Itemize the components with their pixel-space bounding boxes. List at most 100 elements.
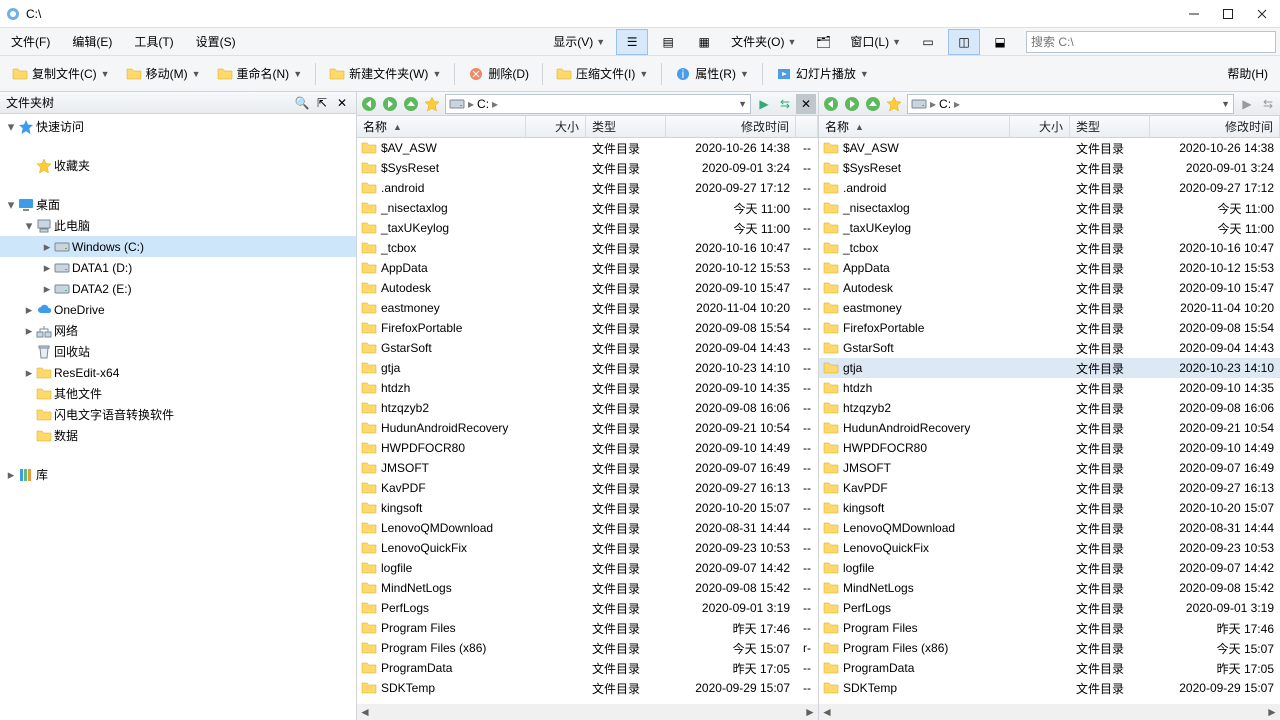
tree-node[interactable]: ▸库 [0,464,356,485]
file-row[interactable]: htdzh文件目录2020-09-10 14:35 [819,378,1280,398]
folder-options[interactable]: 🗂 [807,29,839,55]
tree-node[interactable]: ▸DATA1 (D:) [0,257,356,278]
file-row[interactable]: eastmoney文件目录2020-11-04 10:20 [819,298,1280,318]
tree-node[interactable]: ▸网络 [0,320,356,341]
file-row[interactable]: htzqzyb2文件目录2020-09-08 16:06 [819,398,1280,418]
compress-button[interactable]: 压缩文件(I)▼ [550,62,654,85]
file-row[interactable]: $AV_ASW文件目录2020-10-26 14:38 [819,138,1280,158]
tree-node[interactable]: 闪电文字语音转换软件 [0,404,356,425]
nav-play[interactable]: ▶ [754,94,774,114]
file-row[interactable]: $SysReset文件目录2020-09-01 3:24 [819,158,1280,178]
breadcrumb[interactable]: ▸C:▸ ▼ [445,94,751,114]
col-name[interactable]: 名称 ▲ [357,116,526,137]
file-row[interactable]: _nisectaxlog文件目录今天 11:00-- [357,198,818,218]
file-row[interactable]: htzqzyb2文件目录2020-09-08 16:06-- [357,398,818,418]
nav-swap[interactable]: ⇆ [1258,94,1278,114]
nav-forward[interactable] [380,94,400,114]
file-row[interactable]: logfile文件目录2020-09-07 14:42 [819,558,1280,578]
file-row[interactable]: .android文件目录2020-09-27 17:12-- [357,178,818,198]
nav-swap[interactable]: ⇆ [775,94,795,114]
file-row[interactable]: HWPDFOCR80文件目录2020-09-10 14:49-- [357,438,818,458]
tree-node[interactable]: 回收站 [0,341,356,362]
file-row[interactable]: _tcbox文件目录2020-10-16 10:47 [819,238,1280,258]
col-date[interactable]: 修改时间 [1150,116,1280,137]
file-row[interactable]: PerfLogs文件目录2020-09-01 3:19 [819,598,1280,618]
file-row[interactable]: SDKTemp文件目录2020-09-29 15:07 [819,678,1280,698]
file-row[interactable]: _nisectaxlog文件目录今天 11:00 [819,198,1280,218]
panel-single[interactable]: ▭ [912,29,944,55]
file-row[interactable]: gtja文件目录2020-10-23 14:10-- [357,358,818,378]
file-row[interactable]: kingsoft文件目录2020-10-20 15:07-- [357,498,818,518]
minimize-button[interactable] [1186,6,1202,22]
col-name[interactable]: 名称 ▲ [819,116,1010,137]
nav-up[interactable] [863,94,883,114]
file-row[interactable]: JMSOFT文件目录2020-09-07 16:49 [819,458,1280,478]
file-row[interactable]: Program Files (x86)文件目录今天 15:07 [819,638,1280,658]
file-row[interactable]: $AV_ASW文件目录2020-10-26 14:38-- [357,138,818,158]
panel-dual[interactable]: ◫ [948,29,980,55]
file-row[interactable]: Program Files文件目录昨天 17:46 [819,618,1280,638]
nav-play[interactable]: ▶ [1237,94,1257,114]
file-row[interactable]: gtja文件目录2020-10-23 14:10 [819,358,1280,378]
nav-back[interactable] [821,94,841,114]
file-row[interactable]: MindNetLogs文件目录2020-09-08 15:42-- [357,578,818,598]
newfolder-button[interactable]: 新建文件夹(W)▼ [323,62,447,85]
col-size[interactable]: 大小 [526,116,586,137]
move-button[interactable]: 移动(M)▼ [120,62,207,85]
file-row[interactable]: htdzh文件目录2020-09-10 14:35-- [357,378,818,398]
tree-node[interactable]: ▾桌面 [0,194,356,215]
file-row[interactable]: _taxUKeylog文件目录今天 11:00 [819,218,1280,238]
file-row[interactable]: LenovoQMDownload文件目录2020-08-31 14:44 [819,518,1280,538]
nav-fav[interactable] [884,94,904,114]
tree-node[interactable]: ▾此电脑 [0,215,356,236]
maximize-button[interactable] [1220,6,1236,22]
file-row[interactable]: JMSOFT文件目录2020-09-07 16:49-- [357,458,818,478]
delete-button[interactable]: 删除(D) [462,62,535,85]
file-row[interactable]: HudunAndroidRecovery文件目录2020-09-21 10:54… [357,418,818,438]
col-date[interactable]: 修改时间 [666,116,796,137]
tree-node[interactable]: ▾快速访问 [0,116,356,137]
file-row[interactable]: AppData文件目录2020-10-12 15:53-- [357,258,818,278]
tree-node[interactable]: ▸DATA2 (E:) [0,278,356,299]
hscroll[interactable]: ◄► [819,704,1280,720]
panel-triple[interactable]: ⬓ [984,29,1016,55]
copy-button[interactable]: 复制文件(C)▼ [6,62,116,85]
file-row[interactable]: .android文件目录2020-09-27 17:12 [819,178,1280,198]
file-row[interactable]: FirefoxPortable文件目录2020-09-08 15:54 [819,318,1280,338]
file-row[interactable]: GstarSoft文件目录2020-09-04 14:43 [819,338,1280,358]
tree-close-icon[interactable]: ✕ [334,96,350,110]
view-menu[interactable]: 显示(V)▼ [546,29,612,54]
file-row[interactable]: LenovoQuickFix文件目录2020-09-23 10:53-- [357,538,818,558]
file-row[interactable]: kingsoft文件目录2020-10-20 15:07 [819,498,1280,518]
menu-item[interactable]: 工具(T) [127,30,180,53]
menu-item[interactable]: 设置(S) [189,30,243,53]
tree-node[interactable]: ▸Windows (C:) [0,236,356,257]
col-size[interactable]: 大小 [1010,116,1070,137]
file-row[interactable]: Autodesk文件目录2020-09-10 15:47-- [357,278,818,298]
file-row[interactable]: LenovoQMDownload文件目录2020-08-31 14:44-- [357,518,818,538]
tree-node[interactable]: 数据 [0,425,356,446]
file-row[interactable]: FirefoxPortable文件目录2020-09-08 15:54-- [357,318,818,338]
file-row[interactable]: KavPDF文件目录2020-09-27 16:13 [819,478,1280,498]
hscroll[interactable]: ◄► [357,704,818,720]
help-button[interactable]: 帮助(H) [1221,62,1274,85]
file-row[interactable]: MindNetLogs文件目录2020-09-08 15:42 [819,578,1280,598]
window-menu[interactable]: 窗口(L)▼ [843,29,908,54]
file-row[interactable]: LenovoQuickFix文件目录2020-09-23 10:53 [819,538,1280,558]
file-row[interactable]: Program Files (x86)文件目录今天 15:07r- [357,638,818,658]
search-input[interactable] [1026,31,1276,53]
col-type[interactable]: 类型 [586,116,666,137]
slideshow-button[interactable]: 幻灯片播放▼ [770,62,875,85]
viewmode-details[interactable]: ☰ [616,29,648,55]
file-row[interactable]: AppData文件目录2020-10-12 15:53 [819,258,1280,278]
file-row[interactable]: SDKTemp文件目录2020-09-29 15:07-- [357,678,818,698]
file-row[interactable]: $SysReset文件目录2020-09-01 3:24-- [357,158,818,178]
folder-menu[interactable]: 文件夹(O)▼ [724,29,803,54]
properties-button[interactable]: i属性(R)▼ [669,62,755,85]
close-button[interactable] [1254,6,1270,22]
nav-close[interactable]: ✕ [796,94,816,114]
tree-node[interactable]: 收藏夹 [0,155,356,176]
nav-back[interactable] [359,94,379,114]
file-row[interactable]: Program Files文件目录昨天 17:46-- [357,618,818,638]
file-row[interactable]: ProgramData文件目录昨天 17:05 [819,658,1280,678]
